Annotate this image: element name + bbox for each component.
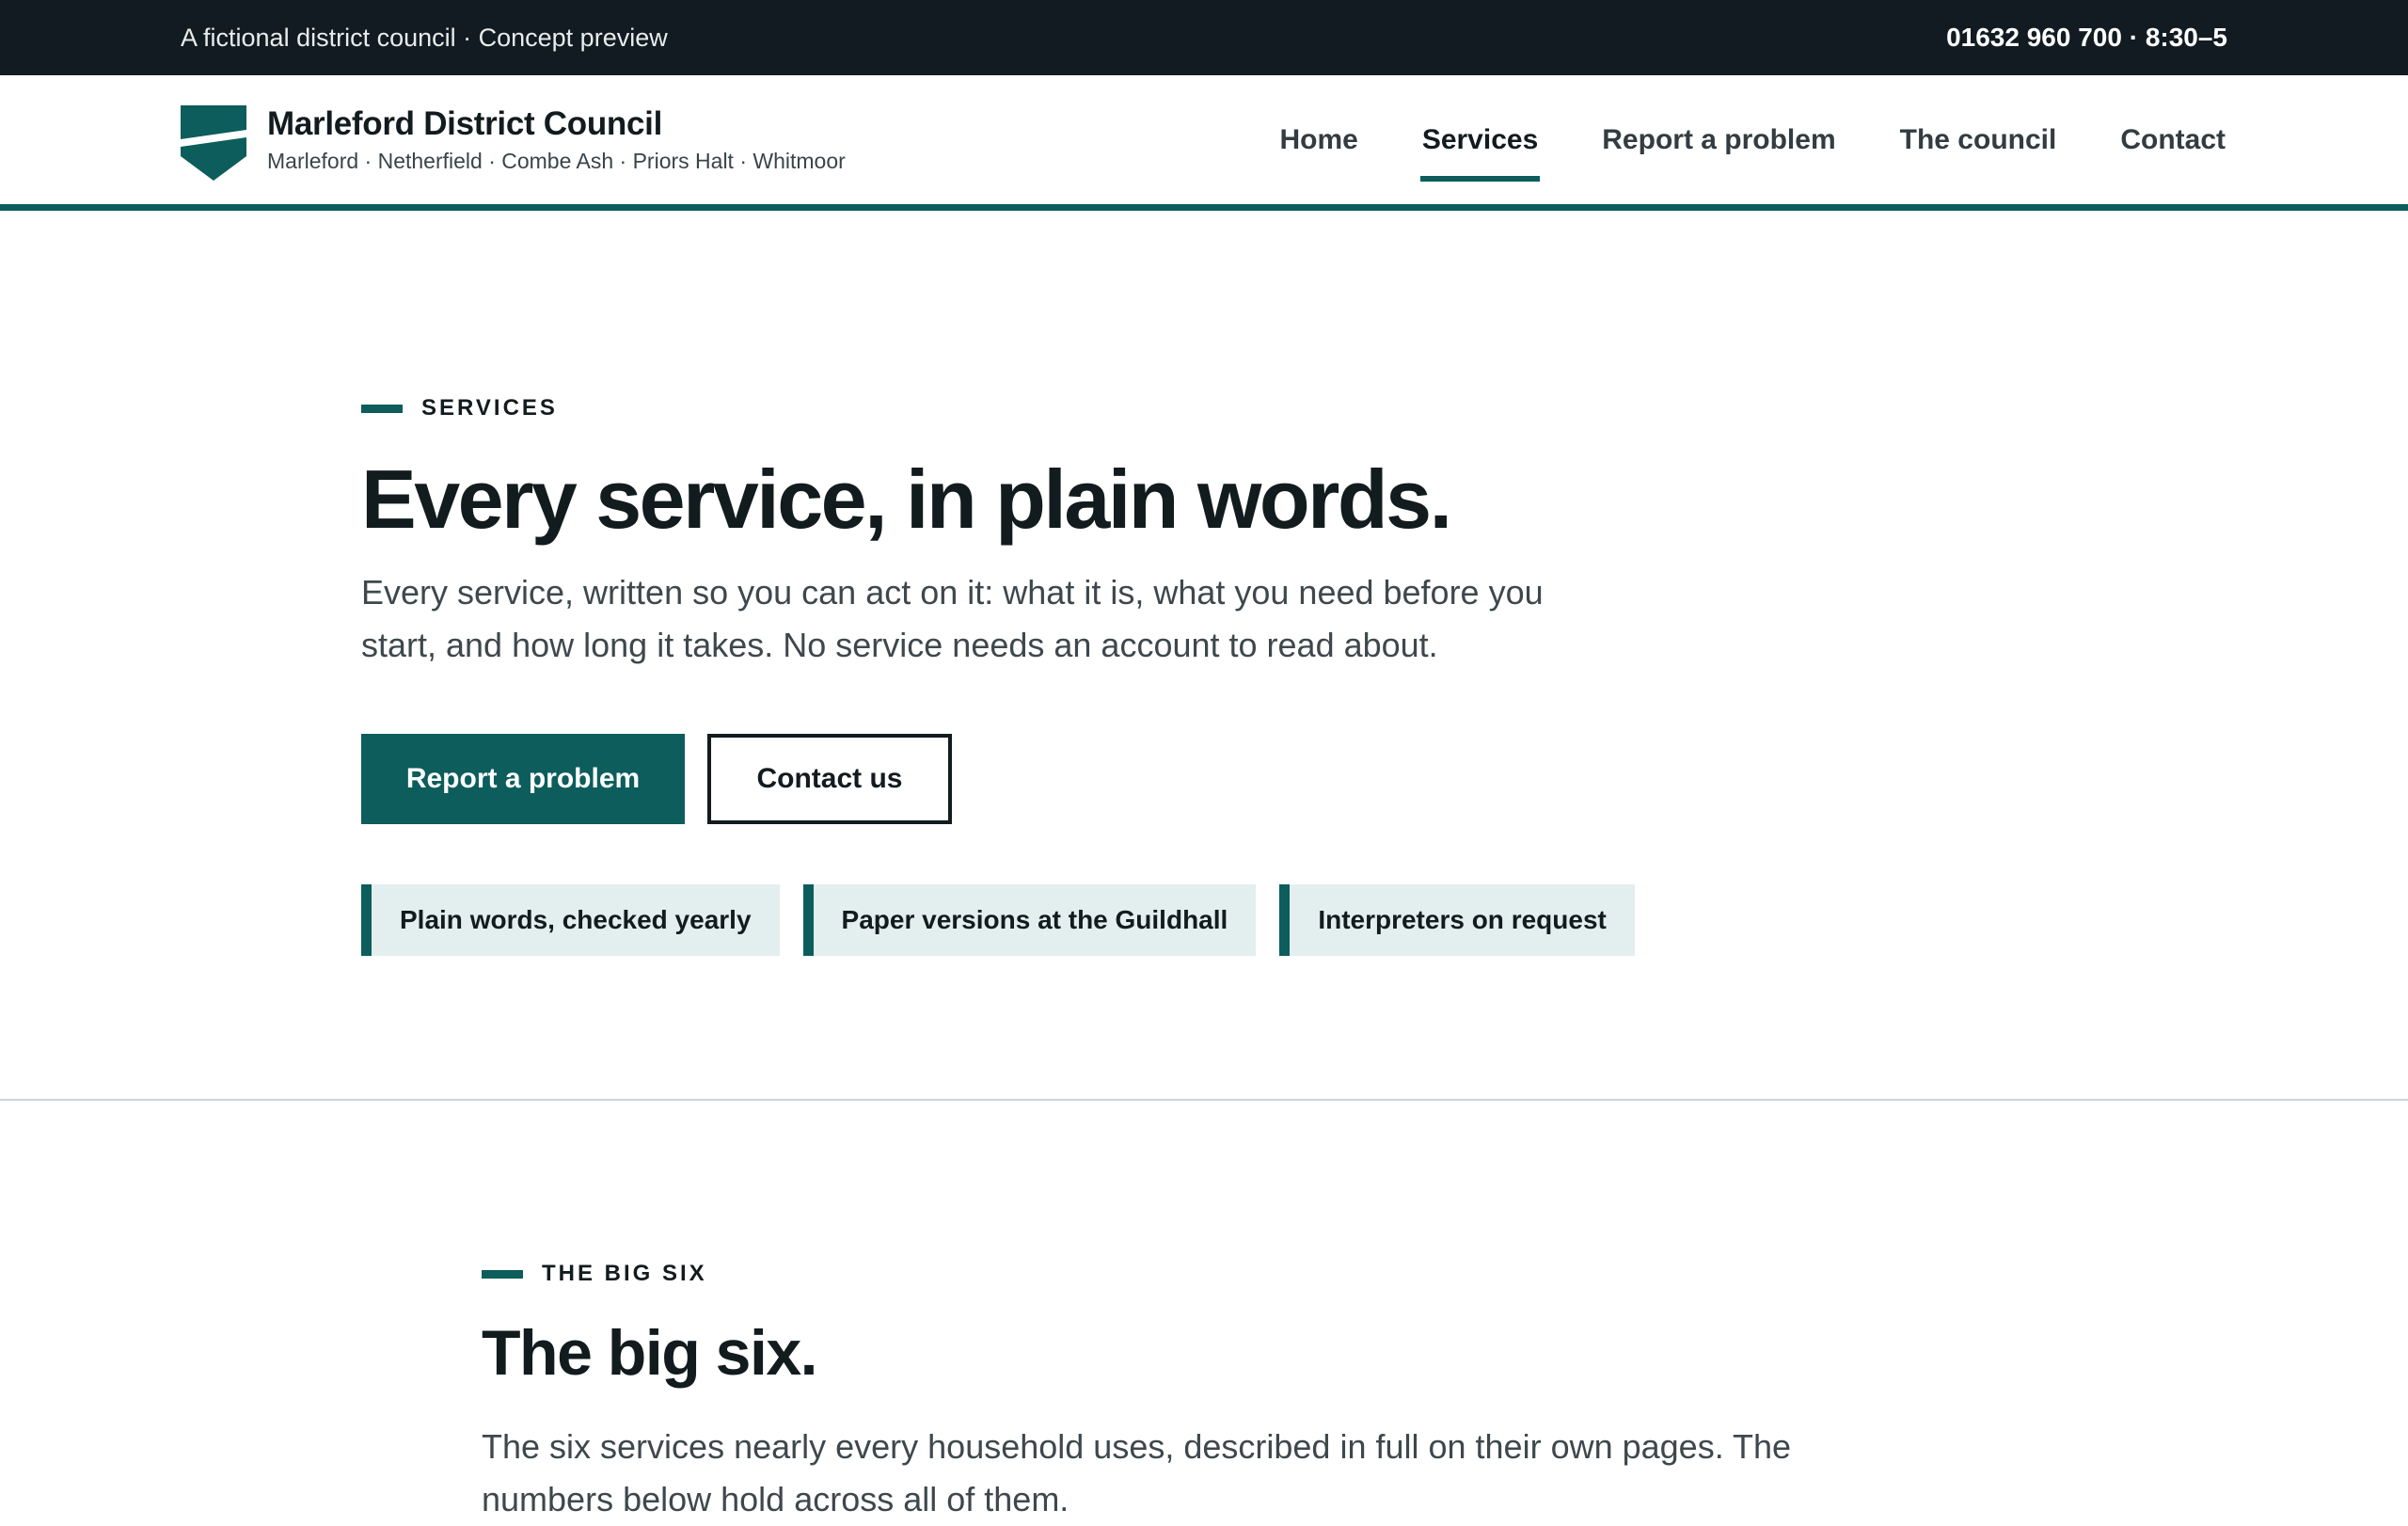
badge-plain-words: Plain words, checked yearly xyxy=(361,884,780,956)
nav-item-services[interactable]: Services xyxy=(1419,75,1541,204)
eyebrow-bar xyxy=(361,404,403,413)
council-crest-icon[interactable] xyxy=(181,105,246,181)
contact-us-button[interactable]: Contact us xyxy=(707,734,952,824)
nav-item-contact[interactable]: Contact xyxy=(2118,75,2227,204)
big-six-lede: The six services nearly every household … xyxy=(482,1427,1792,1518)
nav-item-home[interactable]: Home xyxy=(1277,75,1359,204)
report-a-problem-button[interactable]: Report a problem xyxy=(361,734,685,824)
hero-eyebrow-label: SERVICES xyxy=(421,395,558,421)
badge-paper-versions: Paper versions at the Guildhall xyxy=(802,884,1257,956)
site-header: Marleford District Council Marleford · N… xyxy=(0,75,2408,211)
badge-interpreters: Interpreters on request xyxy=(1279,884,1635,956)
utility-bar: A fictional district council · Concept p… xyxy=(0,0,2408,75)
phone-hours[interactable]: 01632 960 700 · 8:30–5 xyxy=(1946,0,2227,75)
nav-item-report-a-problem[interactable]: Report a problem xyxy=(1600,75,1837,204)
big-six-eyebrow-label: THE BIG SIX xyxy=(542,1261,707,1286)
big-six-title: The big six. xyxy=(482,1317,818,1389)
page-title: Every service, in plain words. xyxy=(361,453,1452,546)
cta-row: Report a problem Contact us xyxy=(361,734,952,824)
site-disclaimer: A fictional district council · Concept p… xyxy=(181,24,668,52)
nav-item-the-council[interactable]: The council xyxy=(1898,75,2059,204)
badge-row: Plain words, checked yearly Paper versio… xyxy=(361,884,1658,956)
big-six-eyebrow: THE BIG SIX xyxy=(482,1261,707,1287)
section-divider xyxy=(0,1099,2408,1101)
brand-places: Marleford · Netherfield · Combe Ash · Pr… xyxy=(267,149,846,173)
hero-lede: Every service, written so you can act on… xyxy=(361,573,1544,664)
brand-name[interactable]: Marleford District Council xyxy=(267,105,662,143)
main-nav: Home Services Report a problem The counc… xyxy=(1217,75,2227,204)
hero-eyebrow: SERVICES xyxy=(361,395,558,421)
eyebrow-bar xyxy=(482,1269,523,1279)
